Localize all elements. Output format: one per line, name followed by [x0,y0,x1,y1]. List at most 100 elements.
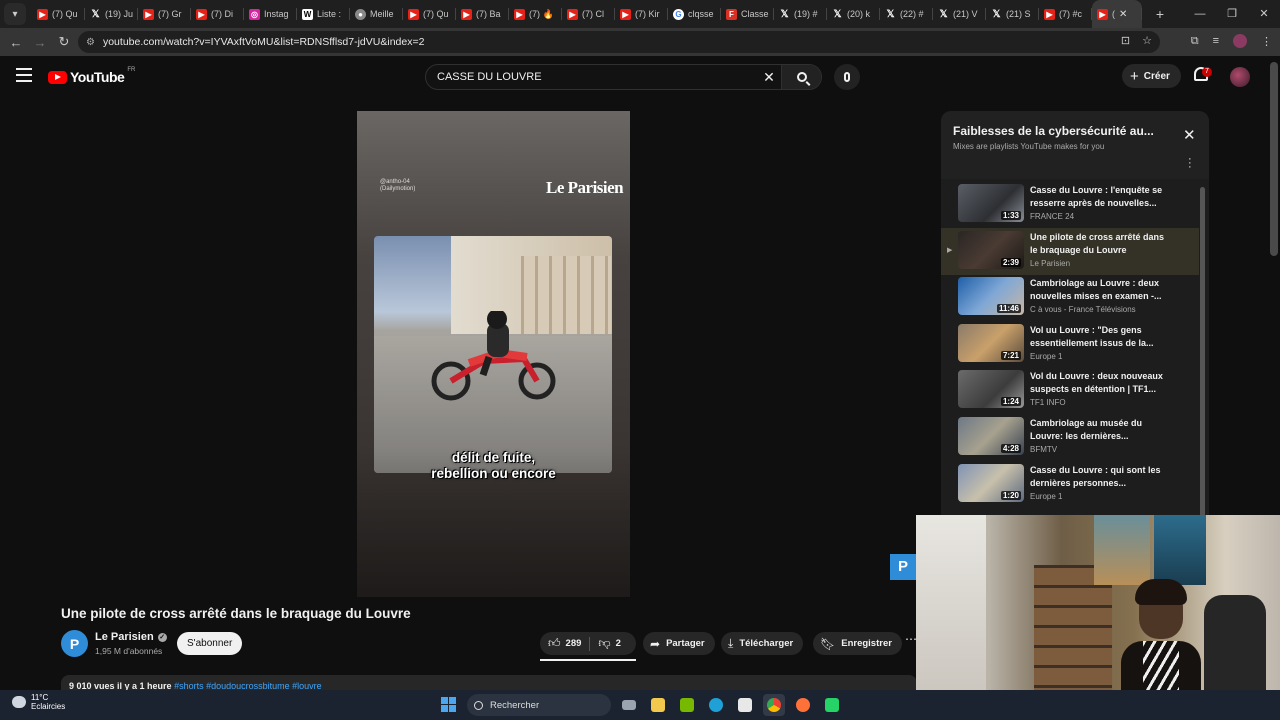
youtube-logo[interactable]: YouTube FR [48,67,135,85]
playlist-thumbnail[interactable]: 4:28 [958,417,1024,455]
browser-tab[interactable]: ▶ (7) Di [191,0,244,28]
playlist-item-title[interactable]: Une pilote de cross arrêté dans le braqu… [1030,231,1170,257]
clear-search-icon[interactable]: ✕ [757,69,781,86]
close-playlist-icon[interactable]: ✕ [1183,126,1196,144]
edge-icon[interactable] [705,694,727,716]
page-scrollbar[interactable] [1270,62,1278,256]
browser-tab[interactable]: 𝕏 (21) V [933,0,986,28]
install-app-icon[interactable]: ⊡ [1121,34,1130,47]
playlist-thumbnail[interactable]: 1:20 [958,463,1024,502]
browser-tab[interactable]: ▶ (7) Qu [32,0,85,28]
taskbar-search[interactable]: Rechercher [467,694,611,716]
download-button[interactable]: ⤓ Télécharger [721,632,804,655]
browser-tab[interactable]: 𝕏 (19) # [774,0,827,28]
google-favicon-icon: G [673,8,684,20]
playlist-title[interactable]: Faiblesses de la cybersécurité au... [953,124,1154,138]
address-bar[interactable]: ⚙ youtube.com/watch?v=IYVAxftVoMU&list=R… [78,31,1160,53]
playlist-thumbnail[interactable]: 2:39 [958,230,1024,269]
playlist-item-title[interactable]: Casse du Louvre : l'enquête se resserre … [1030,184,1170,210]
browser-menu-icon[interactable]: ⋮ [1261,35,1272,48]
profile-avatar[interactable] [1233,34,1247,48]
create-button[interactable]: + Créer [1122,64,1181,88]
extensions-icon[interactable]: ⧉ [1191,35,1199,48]
browser-tab[interactable]: Gclqsse [668,0,721,28]
close-tab-icon[interactable]: ✕ [1119,9,1127,20]
browser-tab[interactable]: ▶ (✕ [1092,0,1142,28]
minimize-icon[interactable]: — [1184,0,1216,28]
playlist-item[interactable]: 1:24 Vol du Louvre : deux nouveaux suspec… [941,367,1199,414]
playlist-thumbnail[interactable]: 1:33 [958,184,1024,222]
search-button[interactable] [781,65,821,89]
playlist-thumbnail[interactable]: 7:21 [958,323,1024,362]
restore-icon[interactable]: ❐ [1216,0,1248,28]
x-favicon-icon: 𝕏 [780,8,789,20]
weather-widget[interactable]: 11°C Eclaircies [12,693,65,711]
subscribe-button[interactable]: S'abonner [177,632,243,655]
channel-avatar[interactable]: P [61,630,88,657]
playlist-thumbnail[interactable]: 11:46 [958,277,1024,316]
playlist-thumbnail[interactable]: 1:24 [958,370,1024,409]
browser-tab[interactable]: ▶ (7) Kir [615,0,668,28]
browser-tab[interactable]: 𝕏 (19) Ju [85,0,138,28]
file-explorer-icon[interactable] [647,694,669,716]
share-button[interactable]: ➦ Partager [643,632,715,655]
close-window-icon[interactable]: ✕ [1248,0,1280,28]
browser-tab[interactable]: F Classe [721,0,774,28]
browser-tab[interactable]: ▶ (7) #c [1039,0,1092,28]
browser-tab[interactable]: ▶ (7) 🔥 [509,0,562,28]
chrome-icon[interactable] [763,694,785,716]
new-tab-plus-icon[interactable]: + [1150,6,1170,22]
voice-search-mic-icon[interactable] [834,64,860,90]
playlist-item-title[interactable]: Cambriolage au musée du Louvre: les dern… [1030,417,1170,443]
search-input[interactable]: CASSE DU LOUVRE [426,71,757,83]
whatsapp-icon[interactable] [821,694,843,716]
menu-hamburger-icon[interactable] [16,68,32,82]
playlist-item-title[interactable]: Casse du Louvre : qui sont les dernières… [1030,464,1170,490]
bookmark-star-icon[interactable]: ☆ [1142,34,1152,47]
playlist-item[interactable]: 4:28 Cambriolage au musée du Louvre: les … [941,414,1199,461]
browser-tab[interactable]: ◎ Instag [244,0,297,28]
video-player[interactable]: @antho-04 (Dailymotion) Le Parisien déli… [357,111,630,597]
like-button[interactable]: 👍︎ 289 [540,632,589,655]
site-info-icon[interactable]: ⚙ [86,37,95,48]
browser-tab[interactable]: ▶ (7) Gr [138,0,191,28]
browser-tab[interactable]: 𝕏 (21) S [986,0,1039,28]
playlist-item[interactable]: ▶ 2:39 Une pilote de cross arrêté dans le … [941,227,1199,275]
playlist-item-title[interactable]: Vol du Louvre : deux nouveaux suspects e… [1030,370,1170,396]
save-button[interactable]: 🔖︎ Enregistrer [813,632,902,655]
playlist-item-title[interactable]: Vol uu Louvre : "Des gens essentiellemen… [1030,324,1170,350]
channel-watermark[interactable]: P [890,554,916,580]
reading-list-icon[interactable]: ≡ [1213,35,1219,47]
back-arrow-icon[interactable]: ← [4,35,28,50]
firefox-icon[interactable] [792,694,814,716]
forward-arrow-icon[interactable]: → [28,35,52,50]
like-count: 289 [565,638,582,649]
browser-tab[interactable]: 𝕏 (20) k [827,0,880,28]
playlist-menu-icon[interactable]: · · · [1188,154,1192,173]
playlist-item[interactable]: 11:46 Cambriolage au Louvre : deux nouvel… [941,274,1199,321]
browser-tab[interactable]: W Liste : [297,0,350,28]
windows-start-icon[interactable] [441,697,456,712]
store-icon[interactable] [734,694,756,716]
credit-source: (Dailymotion) [380,186,416,192]
x-favicon-icon: 𝕏 [992,8,1001,20]
playlist-item-title[interactable]: Cambriolage au Louvre : deux nouvelles m… [1030,277,1170,303]
playlist-item[interactable]: 1:20 Casse du Louvre : qui sont les derni… [941,461,1199,508]
nvidia-icon[interactable] [676,694,698,716]
task-view-icon[interactable] [618,694,640,716]
playlist-item[interactable]: 7:21 Vol uu Louvre : "Des gens essentiell… [941,321,1199,368]
browser-tab[interactable]: ▶ (7) Ba [456,0,509,28]
browser-tab[interactable]: ▶ (7) Qu [403,0,456,28]
channel-name-row[interactable]: Le Parisien ✓ [95,631,167,643]
tab-search-chevron-down-icon[interactable]: ▾ [4,3,26,25]
browser-tab[interactable]: ● Meille [350,0,403,28]
browser-tab[interactable]: ▶ (7) Cl [562,0,615,28]
reload-icon[interactable]: ↻ [52,34,76,50]
account-avatar[interactable] [1230,67,1250,87]
channel-name[interactable]: Le Parisien [95,631,154,643]
dislike-button[interactable]: 👎︎ 2 [590,632,628,655]
tab-list: ▶ (7) Qu 𝕏 (19) Ju ▶ (7) Gr ▶ (7) Di ◎ Instag W Lis… [32,0,1142,28]
playlist-item[interactable]: 1:33 Casse du Louvre : l'enquête se resse… [941,181,1199,228]
playlist-scrollbar[interactable] [1200,181,1205,531]
browser-tab[interactable]: 𝕏 (22) # [880,0,933,28]
